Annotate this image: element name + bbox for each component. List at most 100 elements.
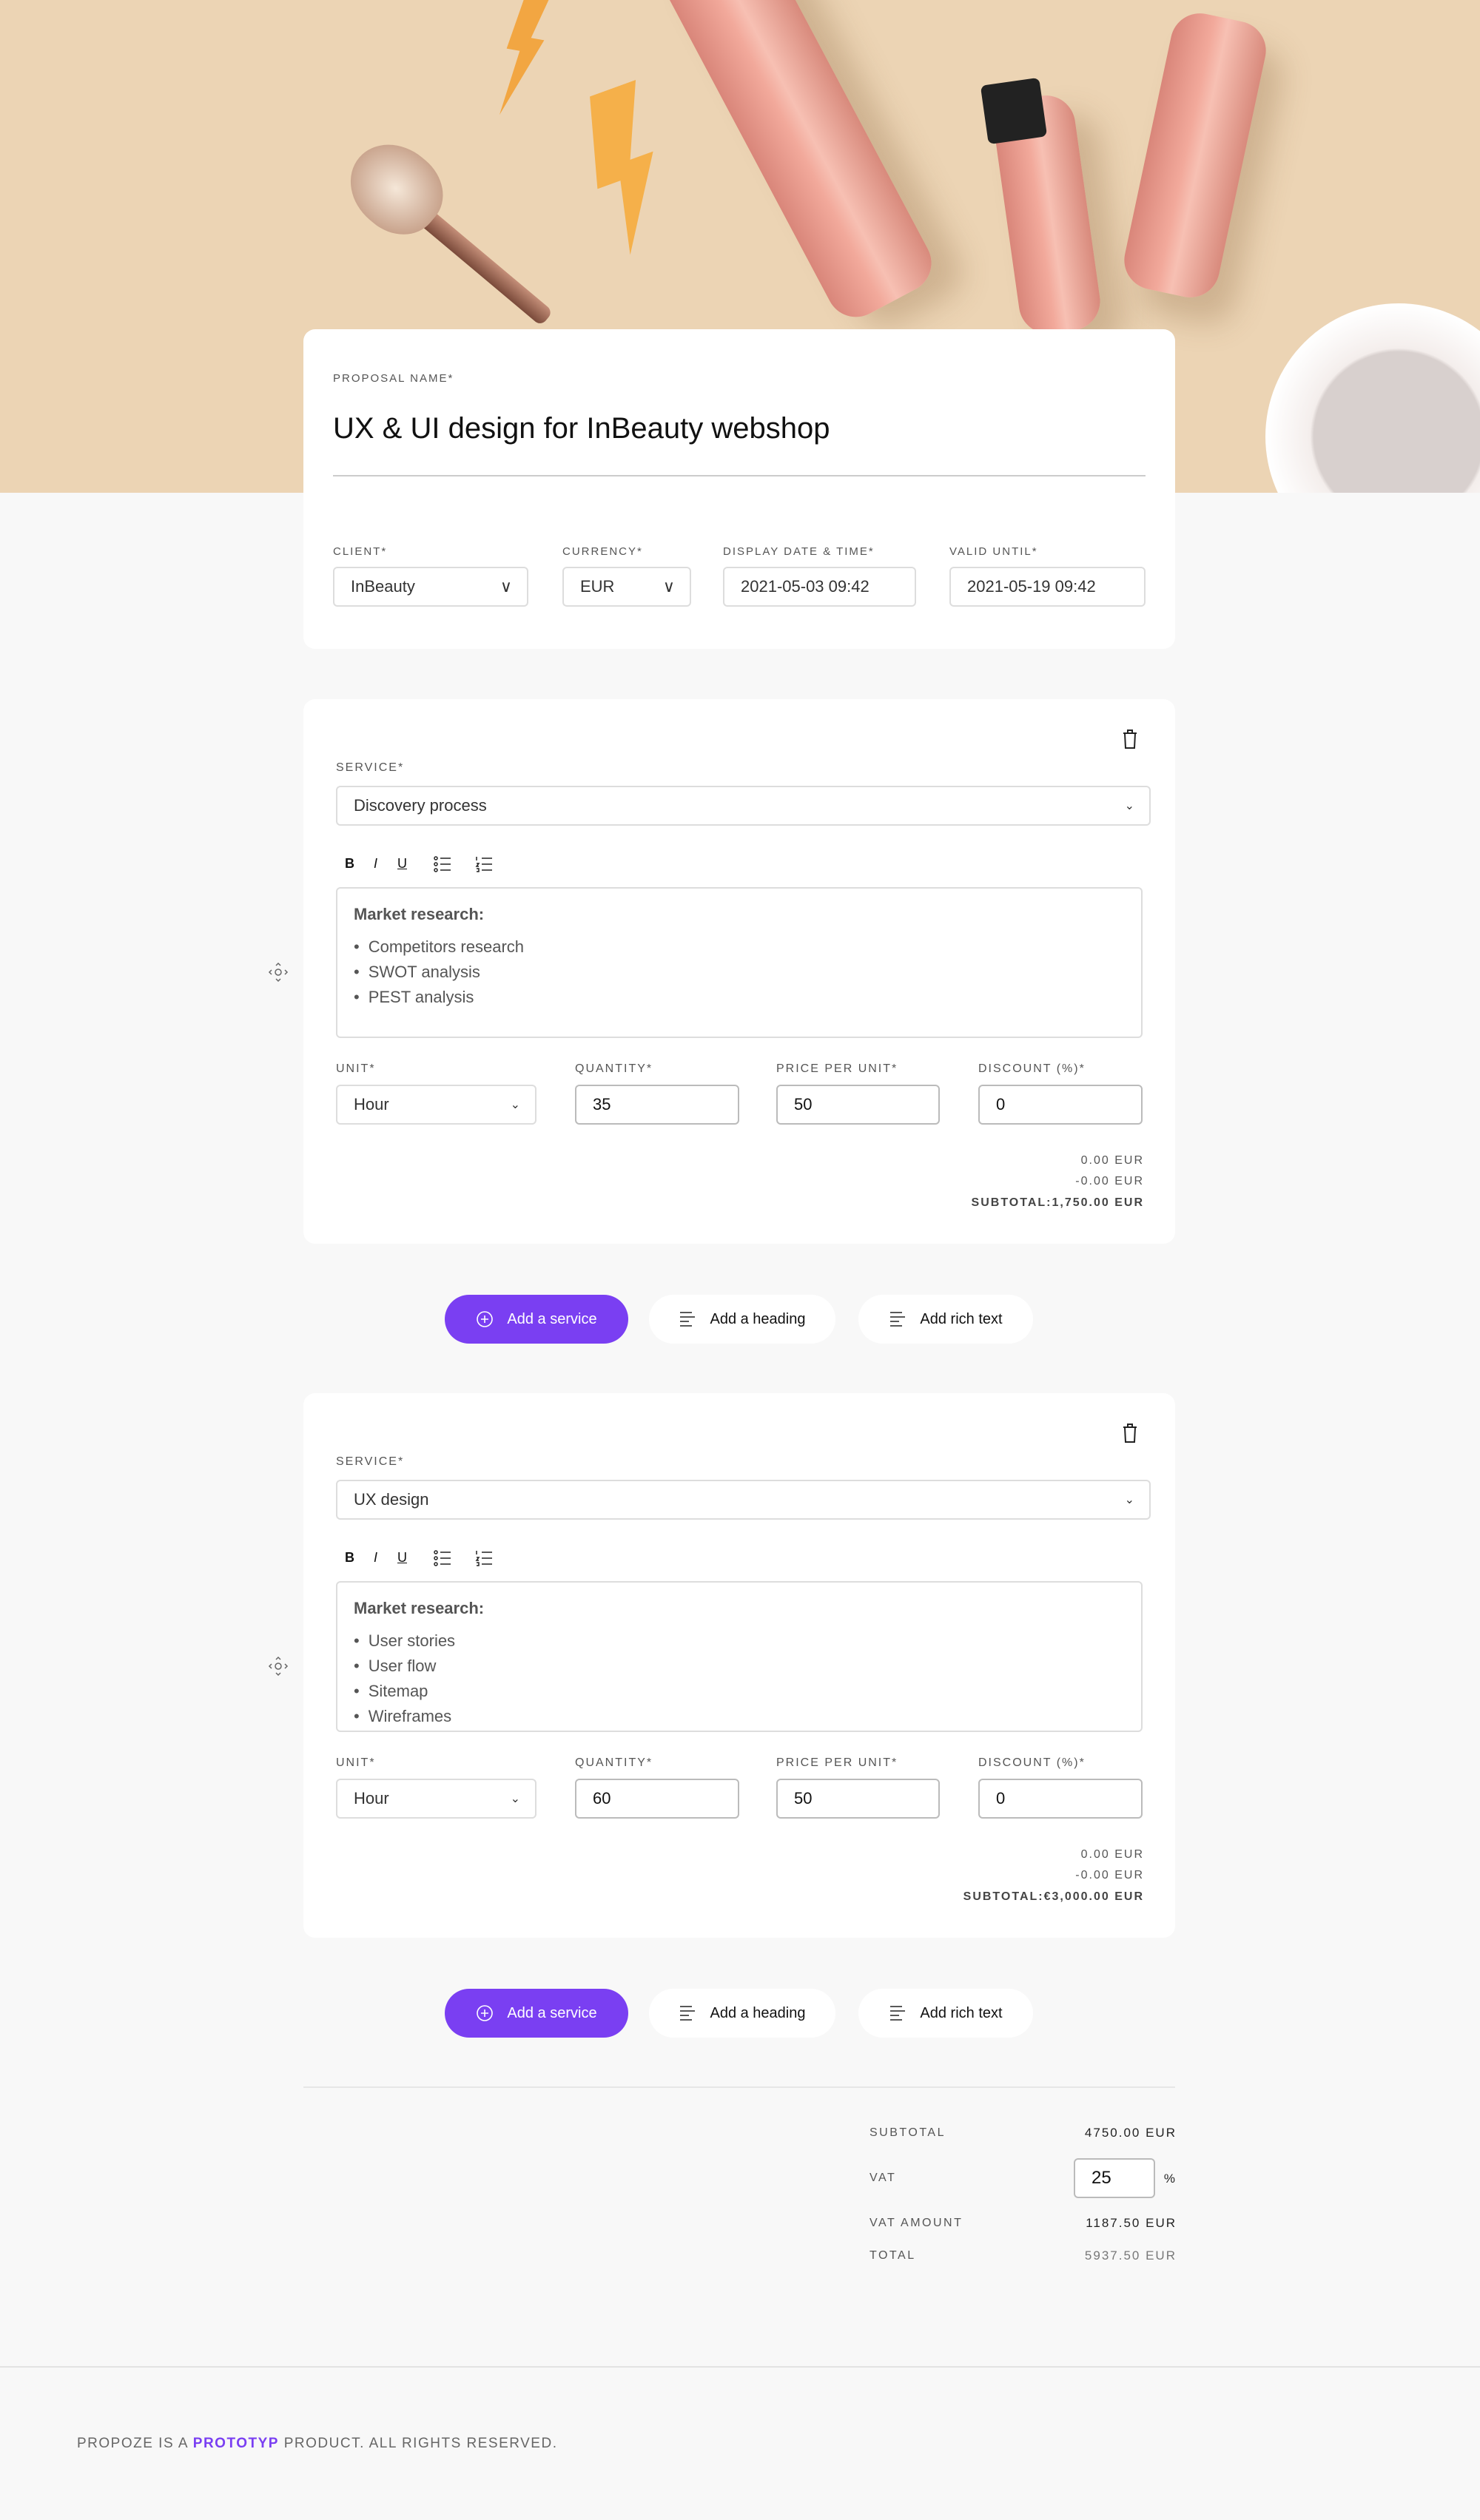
bullet-list-icon[interactable]	[434, 1550, 451, 1570]
service-subtotal: SUBTOTAL:1,750.00 EUR	[971, 1196, 1144, 1209]
vat-input[interactable]: 25	[1074, 2158, 1155, 2198]
unit-select[interactable]: Hour ⌄	[336, 1085, 536, 1125]
line-amount: 0.00 EUR	[1080, 1154, 1144, 1167]
underline-button[interactable]: U	[397, 856, 407, 872]
add-rich-text-label: Add rich text	[920, 2004, 1003, 2021]
prototyp-link[interactable]: PROTOTYP	[193, 2436, 279, 2451]
discount-input[interactable]: 0	[978, 1085, 1143, 1125]
unit-select[interactable]: Hour ⌄	[336, 1779, 536, 1819]
add-service-label: Add a service	[507, 2004, 597, 2021]
quantity-input[interactable]: 60	[575, 1779, 739, 1819]
editor-heading: Market research:	[354, 905, 485, 923]
rich-text-editor[interactable]: Market research: Competitors researchSWO…	[336, 887, 1143, 1038]
add-service-button[interactable]: Add a service	[445, 1295, 628, 1344]
trash-icon[interactable]	[1121, 729, 1139, 753]
add-heading-label: Add a heading	[710, 1310, 806, 1327]
add-service-button[interactable]: Add a service	[445, 1989, 628, 2038]
service-value: Discovery process	[354, 796, 487, 815]
rich-text-editor[interactable]: Market research: User storiesUser flowSi…	[336, 1581, 1143, 1732]
price-input[interactable]: 50	[776, 1779, 940, 1819]
text-align-icon	[890, 2006, 906, 2021]
service-label: SERVICE*	[336, 761, 405, 774]
service-card: SERVICE* Discovery process ⌄ B I U Market…	[303, 699, 1175, 1244]
editor-list-item: User stories	[354, 1628, 1125, 1654]
total-label: TOTAL	[870, 2249, 916, 2262]
quantity-label: QUANTITY*	[575, 1756, 653, 1769]
vat-amount-label: VAT AMOUNT	[870, 2217, 963, 2229]
divider	[333, 475, 1146, 476]
drag-handle-icon[interactable]	[268, 962, 289, 983]
footer-prefix: PROPOZE IS A	[77, 2436, 193, 2451]
client-select[interactable]: InBeauty ∨	[333, 567, 528, 607]
display-date-label: DISPLAY DATE & TIME*	[723, 545, 875, 558]
add-rich-text-button[interactable]: Add rich text	[858, 1989, 1033, 2038]
text-align-icon	[680, 1312, 696, 1327]
add-heading-button[interactable]: Add a heading	[649, 1989, 835, 2038]
editor-list-item: Wireframes	[354, 1704, 1125, 1729]
valid-until-input[interactable]: 2021-05-19 09:42	[949, 567, 1146, 607]
price-input[interactable]: 50	[776, 1085, 940, 1125]
proposal-details-card: PROPOSAL NAME* UX & UI design for InBeau…	[303, 329, 1175, 649]
drag-handle-icon[interactable]	[268, 1656, 289, 1677]
client-label: CLIENT*	[333, 545, 388, 558]
service-select[interactable]: UX design ⌄	[336, 1480, 1151, 1520]
quantity-input[interactable]: 35	[575, 1085, 739, 1125]
proposal-name-label: PROPOSAL NAME*	[333, 372, 454, 385]
text-align-icon	[890, 1312, 906, 1327]
italic-button[interactable]: I	[374, 1550, 377, 1566]
discount-label: DISCOUNT (%)*	[978, 1062, 1086, 1075]
chevron-down-icon: ⌄	[1124, 1494, 1134, 1506]
add-rich-text-button[interactable]: Add rich text	[858, 1295, 1033, 1344]
text-align-icon	[680, 2006, 696, 2021]
plus-circle-icon	[477, 2005, 494, 2021]
bold-button[interactable]: B	[345, 856, 354, 872]
bold-button[interactable]: B	[345, 1550, 354, 1566]
chevron-down-icon: ⌄	[510, 1793, 520, 1805]
service-subtotal: SUBTOTAL:€3,000.00 EUR	[963, 1890, 1144, 1903]
price-label: PRICE PER UNIT*	[776, 1062, 898, 1075]
unit-label: UNIT*	[336, 1756, 376, 1769]
chevron-down-icon: ∨	[662, 577, 675, 596]
editor-heading: Market research:	[354, 1599, 485, 1617]
add-service-label: Add a service	[507, 1310, 597, 1327]
add-heading-label: Add a heading	[710, 2004, 806, 2021]
discount-label: DISCOUNT (%)*	[978, 1756, 1086, 1769]
service-card: SERVICE* UX design ⌄ B I U Market researc…	[303, 1393, 1175, 1938]
display-date-input[interactable]: 2021-05-03 09:42	[723, 567, 916, 607]
discount-input[interactable]: 0	[978, 1779, 1143, 1819]
numbered-list-icon[interactable]	[475, 856, 493, 876]
discount-amount: -0.00 EUR	[1075, 1869, 1144, 1881]
summary-subtotal-label: SUBTOTAL	[870, 2126, 946, 2139]
editor-list-item: SWOT analysis	[354, 960, 1125, 985]
add-heading-button[interactable]: Add a heading	[649, 1295, 835, 1344]
bullet-list-icon[interactable]	[434, 856, 451, 876]
summary-subtotal-value: 4750.00 EUR	[1084, 2126, 1177, 2140]
vat-label: VAT	[870, 2172, 897, 2184]
discount-amount: -0.00 EUR	[1075, 1175, 1144, 1187]
editor-list: Competitors researchSWOT analysisPEST an…	[354, 934, 1125, 1010]
vat-amount-value: 1187.50 EUR	[1086, 2216, 1177, 2230]
price-label: PRICE PER UNIT*	[776, 1756, 898, 1769]
valid-until-label: VALID UNTIL*	[949, 545, 1038, 558]
unit-value: Hour	[354, 1095, 389, 1114]
currency-select[interactable]: EUR ∨	[562, 567, 691, 607]
underline-button[interactable]: U	[397, 1550, 407, 1566]
chevron-down-icon: ∨	[500, 577, 512, 596]
quantity-label: QUANTITY*	[575, 1062, 653, 1075]
editor-list: User storiesUser flowSitemapWireframes	[354, 1628, 1125, 1729]
italic-button[interactable]: I	[374, 856, 377, 872]
plus-circle-icon	[477, 1311, 494, 1327]
divider	[303, 2086, 1175, 2088]
proposal-name-input[interactable]: UX & UI design for InBeauty webshop	[333, 412, 1146, 445]
editor-list-item: Competitors research	[354, 934, 1125, 960]
chevron-down-icon: ⌄	[510, 1099, 520, 1111]
currency-value: EUR	[580, 577, 615, 596]
vat-unit: %	[1163, 2172, 1177, 2186]
total-value: 5937.50 EUR	[1084, 2248, 1177, 2263]
service-select[interactable]: Discovery process ⌄	[336, 786, 1151, 826]
numbered-list-icon[interactable]	[475, 1550, 493, 1570]
unit-value: Hour	[354, 1789, 389, 1808]
editor-list-item: User flow	[354, 1654, 1125, 1679]
trash-icon[interactable]	[1121, 1423, 1139, 1447]
currency-label: CURRENCY*	[562, 545, 643, 558]
